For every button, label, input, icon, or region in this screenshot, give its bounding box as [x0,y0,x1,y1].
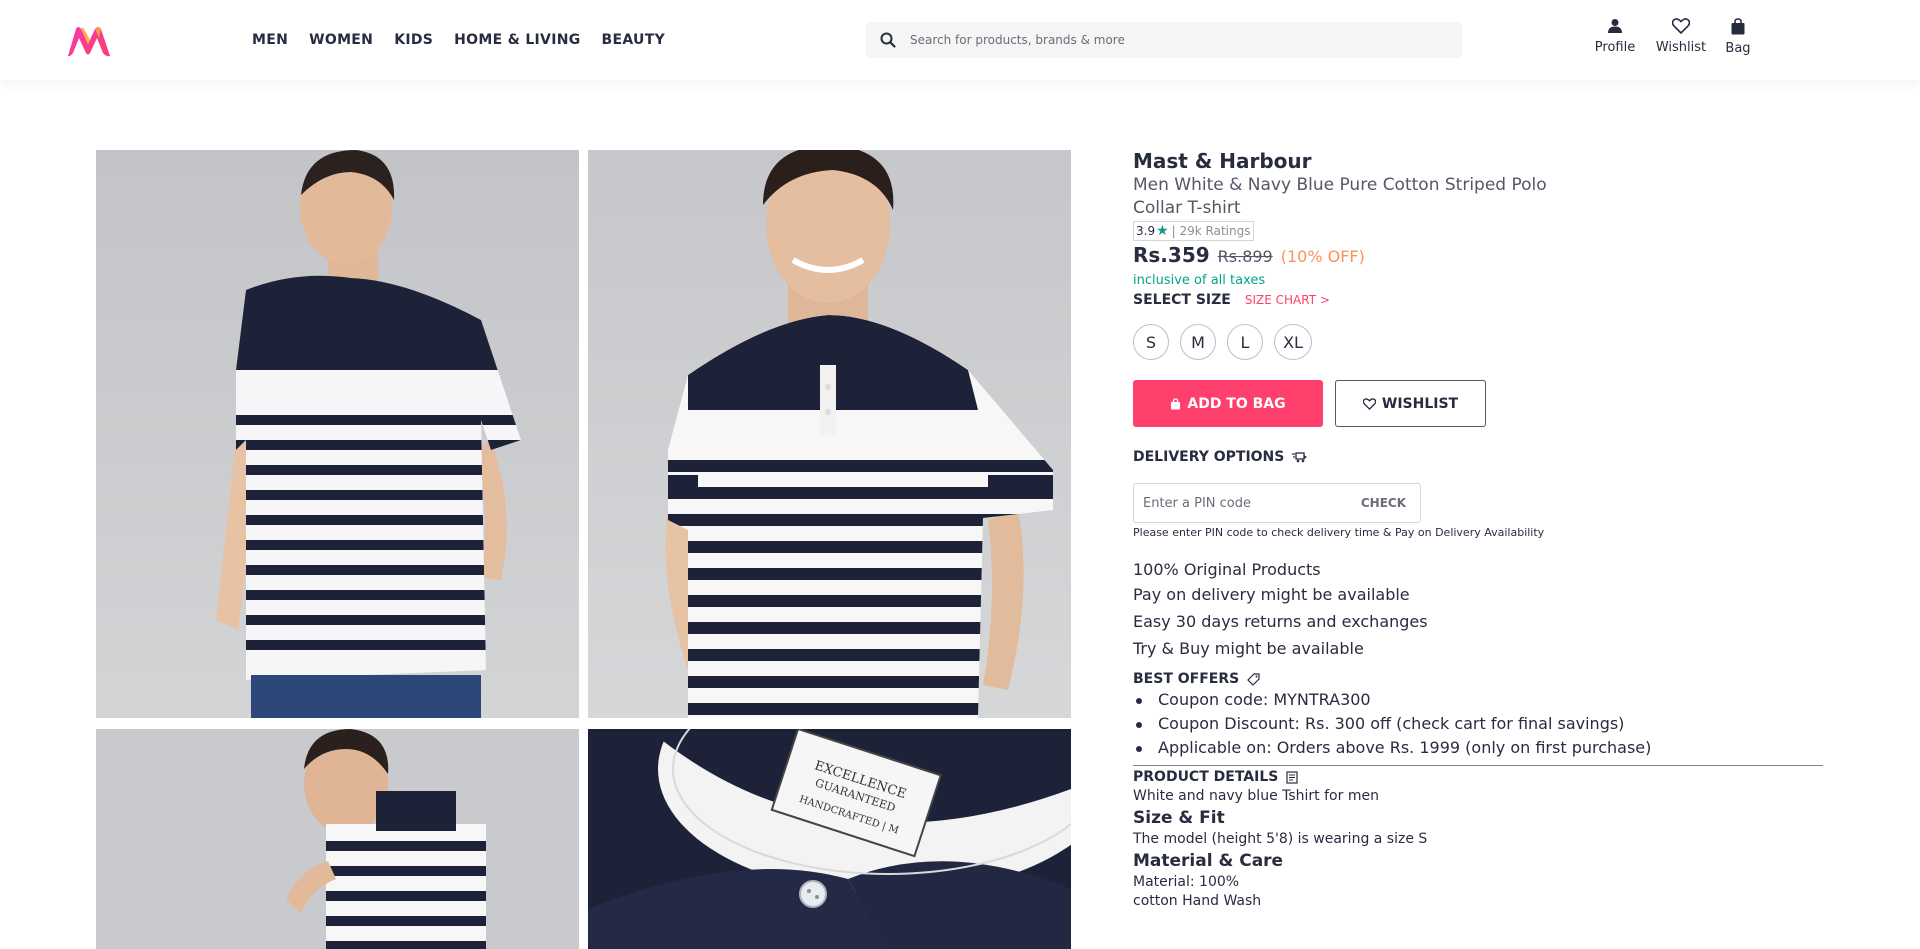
search-icon[interactable] [866,32,910,48]
document-icon [1286,770,1298,784]
wishlist-button[interactable]: WISHLIST [1335,380,1486,427]
search-input[interactable] [910,33,1430,47]
rating-value: 3.9 [1136,224,1156,238]
bag-icon [1171,397,1181,409]
selling-price: Rs.359 [1133,243,1210,267]
pincode-check-button[interactable]: CHECK [1361,496,1406,510]
pincode-note: Please enter PIN code to check delivery … [1133,526,1545,539]
size-button-l[interactable]: L [1227,324,1263,360]
offer-coupon-discount: Coupon Discount: Rs. 300 off (check cart… [1133,712,1833,736]
best-offers-label: BEST OFFERS [1133,671,1240,687]
product-details-text: White and navy blue Tshirt for men [1133,788,1379,804]
tax-note: inclusive of all taxes [1133,273,1266,288]
profile-label: Profile [1594,40,1636,55]
product-image-front[interactable] [588,150,1071,718]
rating-badge[interactable]: 3.9 ★ | 29k Ratings [1133,221,1254,241]
bag-button[interactable]: Bag [1713,18,1763,56]
mrp-price: Rs.899 [1217,247,1273,266]
heart-icon [1672,18,1690,34]
assurance-try-buy: Try & Buy might be available [1133,639,1364,658]
header-actions: Profile Wishlist Bag [1585,18,1763,56]
nav-men[interactable]: MEN [252,32,288,48]
product-image-collar-detail[interactable]: EXCELLENCE GUARANTEED HANDCRAFTED | M [588,729,1071,949]
size-header: SELECT SIZE SIZE CHART > [1133,292,1833,308]
wishlist-label: Wishlist [1655,40,1707,55]
add-to-bag-button[interactable]: ADD TO BAG [1133,380,1323,427]
myntra-logo[interactable] [66,26,112,58]
nav-home-living[interactable]: HOME & LIVING [454,32,580,48]
nav-beauty[interactable]: BEAUTY [602,32,666,48]
bag-label: Bag [1725,41,1751,56]
product-brand: Mast & Harbour [1133,149,1312,173]
delivery-options-label: DELIVERY OPTIONS [1133,449,1285,465]
nav-kids[interactable]: KIDS [394,32,433,48]
assurance-list: 100% Original Products Pay on delivery m… [1133,557,1833,661]
offers-list: Coupon code: MYNTRA300 Coupon Discount: … [1133,688,1833,760]
material-text-1: Material: 100% [1133,874,1240,890]
size-button-m[interactable]: M [1180,324,1216,360]
material-care-heading: Material & Care [1133,851,1284,871]
best-offers-title: BEST OFFERS [1133,671,1833,687]
price-row: Rs.359 Rs.899 (10% OFF) [1133,243,1833,267]
search-bar [866,22,1462,58]
user-icon [1608,19,1622,33]
select-size-label: SELECT SIZE [1133,292,1231,308]
product-details-title: PRODUCT DETAILS [1133,769,1833,785]
pincode-input[interactable] [1143,495,1313,511]
profile-button[interactable]: Profile [1585,18,1645,56]
pincode-box: CHECK [1133,483,1421,523]
nav-women[interactable]: WOMEN [309,32,373,48]
add-to-bag-label: ADD TO BAG [1187,395,1286,412]
heart-icon [1362,397,1376,410]
site-header: MEN WOMEN KIDS HOME & LIVING BEAUTY Prof… [0,0,1920,80]
cta-row: ADD TO BAG WISHLIST [1133,380,1833,427]
product-image-side[interactable] [96,729,579,949]
size-fit-heading: Size & Fit [1133,808,1225,828]
bag-icon [1731,18,1745,35]
size-button-s[interactable]: S [1133,324,1169,360]
wishlist-nav-button[interactable]: Wishlist [1651,18,1711,56]
product-image-back[interactable] [96,150,579,718]
main-nav: MEN WOMEN KIDS HOME & LIVING BEAUTY [252,0,686,80]
size-fit-text: The model (height 5'8) is wearing a size… [1133,831,1428,847]
material-text-2: cotton Hand Wash [1133,893,1262,909]
product-details-label: PRODUCT DETAILS [1133,769,1279,785]
delivery-options-title: DELIVERY OPTIONS [1133,449,1833,465]
rating-count: | 29k Ratings [1171,224,1251,238]
discount-label: (10% OFF) [1280,247,1365,266]
wishlist-button-label: WISHLIST [1381,395,1459,412]
offer-coupon-code: Coupon code: MYNTRA300 [1133,688,1833,712]
product-info: Mast & Harbour Men White & Navy Blue Pur… [1133,150,1833,909]
truck-icon [1292,452,1308,463]
size-options: S M L XL [1133,324,1833,360]
size-chart-link[interactable]: SIZE CHART > [1245,293,1330,307]
section-divider [1133,765,1823,766]
product-name: Men White & Navy Blue Pure Cotton Stripe… [1133,175,1547,218]
size-button-xl[interactable]: XL [1274,324,1312,360]
star-icon: ★ [1156,223,1169,239]
assurance-pod: Pay on delivery might be available [1133,585,1410,604]
tag-icon [1247,672,1260,686]
assurance-original: 100% Original Products [1133,560,1321,579]
offer-applicable: Applicable on: Orders above Rs. 1999 (on… [1133,736,1833,760]
assurance-returns: Easy 30 days returns and exchanges [1133,612,1428,631]
